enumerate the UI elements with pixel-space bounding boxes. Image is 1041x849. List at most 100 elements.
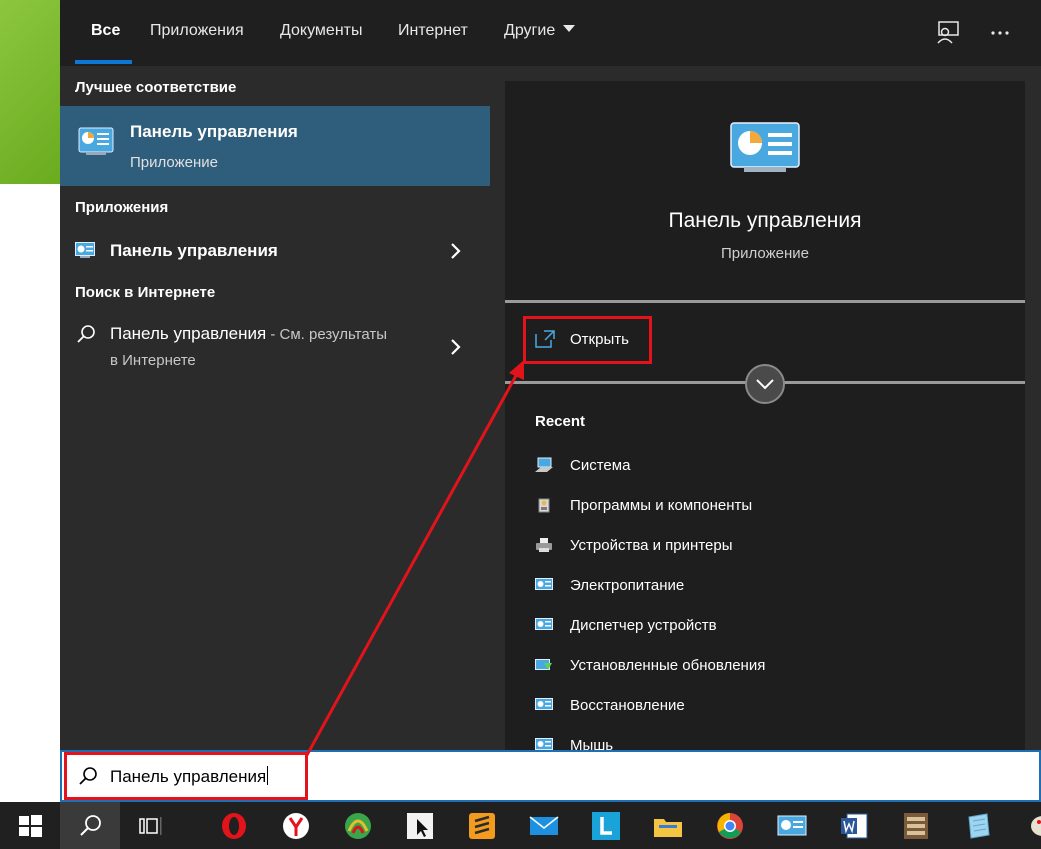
highlight-box-open [523, 316, 652, 364]
tab-documents[interactable]: Документы [280, 22, 362, 44]
chevron-down-icon [756, 379, 774, 390]
web-search-label: Панель управления - См. результаты [110, 324, 387, 344]
taskbar-app-3[interactable] [328, 802, 388, 849]
recent-item-label: Восстановление [570, 697, 685, 714]
desktop-wallpaper [0, 0, 60, 184]
apps-result-item[interactable]: Панель управления [60, 231, 490, 271]
control-panel-icon [535, 618, 553, 630]
taskbar-control-panel[interactable] [762, 802, 822, 849]
control-panel-icon [535, 698, 553, 710]
task-view-icon [139, 817, 162, 835]
recent-item-label: Установленные обновления [570, 657, 766, 674]
expand-button[interactable] [745, 364, 785, 404]
recent-item-devices[interactable]: Устройства и принтеры [535, 533, 995, 563]
tab-apps[interactable]: Приложения [150, 22, 244, 44]
web-search-suffix: - См. результаты [266, 326, 387, 343]
paint-icon [1031, 816, 1041, 836]
recent-item-updates[interactable]: Установленные обновления [535, 653, 995, 683]
folder-icon [654, 819, 682, 837]
task-view-button[interactable] [120, 802, 180, 849]
taskbar-search-button[interactable] [60, 802, 120, 849]
taskbar-opera[interactable] [204, 802, 264, 849]
taskbar-app-4[interactable] [390, 802, 450, 849]
system-icon [535, 457, 553, 472]
results-list: Лучшее соответствие Панель управления Пр… [60, 66, 490, 750]
taskbar-explorer[interactable] [638, 802, 698, 849]
recent-item-device-manager[interactable]: Диспетчер устройств [535, 613, 995, 643]
taskbar [0, 802, 1041, 849]
programs-icon [538, 498, 550, 513]
control-panel-icon [535, 578, 553, 590]
best-match-subtitle: Приложение [130, 154, 218, 171]
opera-icon [222, 813, 246, 839]
highlight-box-search [64, 752, 308, 800]
archive-app-icon [904, 813, 928, 839]
taskbar-sublime[interactable] [452, 802, 512, 849]
control-panel-icon [777, 815, 807, 836]
apps-result-label: Панель управления [110, 241, 278, 260]
search-panel: Все Приложения Документы Интернет Другие [60, 0, 1041, 754]
best-match-heading: Лучшее соответствие [75, 79, 237, 96]
feedback-icon [937, 21, 959, 44]
taskbar-app-notepad[interactable] [948, 802, 1008, 849]
notepad-icon [968, 813, 990, 839]
recent-item-label: Устройства и принтеры [570, 537, 733, 554]
feedback-button[interactable] [932, 18, 964, 48]
active-tab-indicator [75, 60, 132, 64]
recent-item-programs[interactable]: Программы и компоненты [535, 493, 995, 523]
word-icon [841, 813, 868, 839]
screen: Все Приложения Документы Интернет Другие [0, 0, 1041, 849]
best-match-item[interactable]: Панель управления Приложение [60, 106, 490, 186]
cursor-tool-icon [407, 813, 433, 839]
recent-item-system[interactable]: Система [535, 453, 995, 483]
web-search-query: Панель управления [110, 324, 267, 343]
chevron-right-icon [451, 243, 461, 259]
letter-l-app-icon [592, 812, 620, 840]
more-options-button[interactable] [984, 18, 1016, 48]
preview-subtitle: Приложение [721, 245, 809, 262]
web-search-item[interactable]: Панель управления - См. результаты в Инт… [60, 316, 490, 376]
chevron-right-icon [451, 339, 461, 355]
control-panel-icon [75, 242, 95, 258]
yandex-browser-icon [283, 813, 309, 839]
chrome-icon [717, 813, 743, 839]
shield-app-icon [345, 813, 371, 839]
preview-pane: Панель управления Приложение Открыть Rec… [505, 81, 1025, 754]
recent-heading: Recent [535, 413, 586, 430]
taskbar-yandex[interactable] [266, 802, 326, 849]
sublime-text-icon [469, 813, 495, 839]
taskbar-app-archive[interactable] [886, 802, 946, 849]
control-panel-icon [78, 127, 114, 155]
taskbar-mail[interactable] [514, 802, 574, 849]
apps-heading: Приложения [75, 199, 169, 216]
recent-item-label: Программы и компоненты [570, 497, 753, 514]
filter-tab-bar: Все Приложения Документы Интернет Другие [60, 0, 1041, 66]
recent-item-power[interactable]: Электропитание [535, 573, 995, 603]
web-search-heading: Поиск в Интернете [75, 284, 216, 301]
tab-other-label: Другие [504, 22, 556, 39]
preview-title: Панель управления [668, 209, 862, 232]
taskbar-chrome[interactable] [700, 802, 760, 849]
search-icon [77, 325, 95, 343]
web-search-line2: в Интернете [110, 352, 196, 369]
taskbar-app-l[interactable] [576, 802, 636, 849]
search-icon [80, 815, 101, 836]
taskbar-app-paint[interactable] [1010, 802, 1041, 849]
tab-all[interactable]: Все [91, 22, 120, 44]
chevron-down-icon [563, 25, 576, 32]
divider [505, 300, 1025, 303]
recent-item-recovery[interactable]: Восстановление [535, 693, 995, 723]
tab-web[interactable]: Интернет [398, 22, 468, 44]
more-icon [991, 31, 1009, 35]
best-match-title: Панель управления [130, 122, 298, 141]
recent-item-label: Система [570, 457, 631, 474]
recent-item-label: Электропитание [570, 577, 685, 594]
recent-item-label: Диспетчер устройств [570, 617, 717, 634]
control-panel-icon [730, 122, 800, 172]
windows-icon [19, 815, 42, 837]
taskbar-word[interactable] [824, 802, 884, 849]
start-button[interactable] [0, 802, 60, 849]
tab-other[interactable]: Другие [504, 22, 576, 44]
printer-icon [536, 538, 552, 552]
updates-icon [535, 659, 552, 670]
